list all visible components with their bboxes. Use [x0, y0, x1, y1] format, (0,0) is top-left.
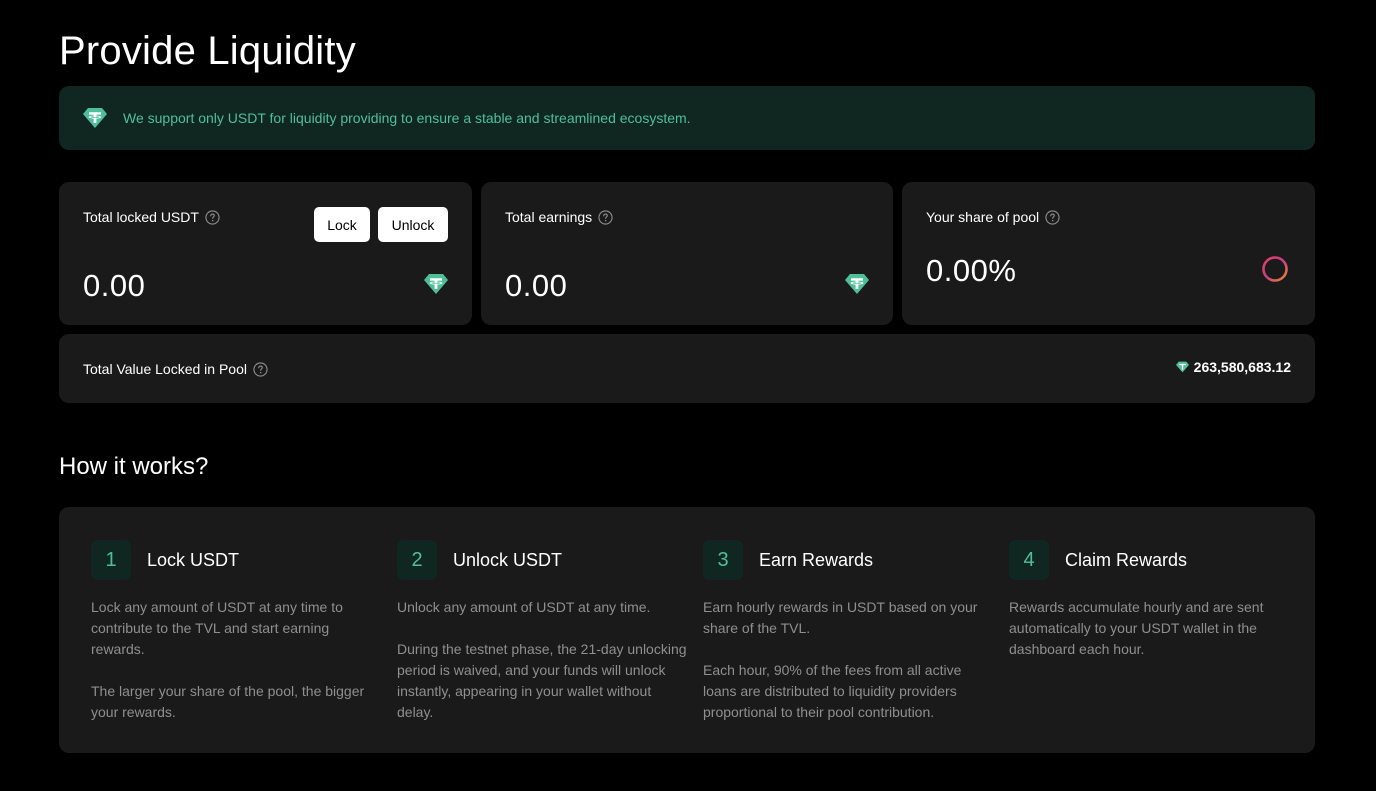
- pool-share-label: Your share of pool: [926, 209, 1040, 225]
- step-number: 3: [703, 540, 743, 580]
- step-paragraph: Rewards accumulate hourly and are sent a…: [1009, 599, 1264, 657]
- step-number: 4: [1009, 540, 1049, 580]
- total-earnings-card: Total earnings 0.00: [481, 182, 893, 325]
- step-earn: 3 Earn Rewards Earn hourly rewards in US…: [703, 540, 993, 744]
- help-icon[interactable]: [253, 361, 268, 377]
- step-unlock: 2 Unlock USDT Unlock any amount of USDT …: [397, 540, 687, 744]
- step-title: Claim Rewards: [1065, 549, 1188, 570]
- step-header: 2 Unlock USDT: [397, 540, 687, 580]
- step-paragraph: Earn hourly rewards in USDT based on you…: [703, 599, 978, 636]
- total-earnings-value: 0.00: [505, 268, 568, 303]
- step-header: 4 Claim Rewards: [1009, 540, 1299, 580]
- step-number: 1: [91, 540, 131, 580]
- step-description: Earn hourly rewards in USDT based on you…: [703, 597, 993, 723]
- tvl-value-row: 263,580,683.12: [1175, 359, 1291, 375]
- step-paragraph: Each hour, 90% of the fees from all acti…: [703, 662, 962, 720]
- page: Provide Liquidity We support only USDT f…: [0, 0, 1376, 791]
- pool-share-ring-icon: [1262, 256, 1288, 282]
- total-locked-value: 0.00: [83, 268, 146, 303]
- tether-icon: [83, 108, 107, 128]
- notice-text: We support only USDT for liquidity provi…: [123, 110, 691, 126]
- step-title: Unlock USDT: [453, 549, 563, 570]
- help-icon[interactable]: [205, 209, 220, 225]
- step-paragraph: Lock any amount of USDT at any time to c…: [91, 599, 343, 657]
- tvl-value: 263,580,683.12: [1193, 359, 1291, 375]
- unlock-button[interactable]: Unlock: [378, 207, 448, 242]
- pool-share-label-row: Your share of pool: [926, 209, 1060, 225]
- total-locked-card: Total locked USDT Lock Unlock 0.00: [59, 182, 472, 325]
- how-it-works-title: How it works?: [59, 453, 209, 480]
- step-claim: 4 Claim Rewards Rewards accumulate hourl…: [1009, 540, 1299, 681]
- help-icon[interactable]: [598, 209, 613, 225]
- tether-icon: [1175, 361, 1189, 373]
- total-earnings-label: Total earnings: [505, 209, 593, 225]
- pool-share-card: Your share of pool 0.00%: [902, 182, 1315, 325]
- step-number: 2: [397, 540, 437, 580]
- tvl-card: Total Value Locked in Pool 263,580,683.1…: [59, 334, 1315, 403]
- tvl-label: Total Value Locked in Pool: [83, 361, 247, 377]
- step-paragraph: Unlock any amount of USDT at any time.: [397, 599, 651, 615]
- how-it-works-card: 1 Lock USDT Lock any amount of USDT at a…: [59, 507, 1315, 753]
- step-header: 3 Earn Rewards: [703, 540, 993, 580]
- page-title: Provide Liquidity: [59, 29, 356, 73]
- usdt-notice-banner: We support only USDT for liquidity provi…: [59, 86, 1315, 150]
- lock-button[interactable]: Lock: [314, 207, 370, 242]
- step-description: Lock any amount of USDT at any time to c…: [91, 597, 381, 723]
- help-icon[interactable]: [1045, 209, 1060, 225]
- total-locked-label-row: Total locked USDT: [83, 209, 220, 225]
- step-title: Lock USDT: [147, 549, 240, 570]
- total-locked-label: Total locked USDT: [83, 209, 199, 225]
- step-header: 1 Lock USDT: [91, 540, 381, 580]
- step-title: Earn Rewards: [759, 549, 874, 570]
- step-description: Rewards accumulate hourly and are sent a…: [1009, 597, 1299, 660]
- tvl-label-row: Total Value Locked in Pool: [83, 361, 268, 377]
- step-description: Unlock any amount of USDT at any time. D…: [397, 597, 687, 723]
- tether-icon: [424, 274, 448, 294]
- step-paragraph: The larger your share of the pool, the b…: [91, 683, 365, 720]
- step-paragraph: During the testnet phase, the 21-day unl…: [397, 641, 687, 720]
- step-lock: 1 Lock USDT Lock any amount of USDT at a…: [91, 540, 381, 744]
- total-earnings-label-row: Total earnings: [505, 209, 613, 225]
- pool-share-value: 0.00%: [926, 253, 1017, 288]
- tether-icon: [845, 274, 869, 294]
